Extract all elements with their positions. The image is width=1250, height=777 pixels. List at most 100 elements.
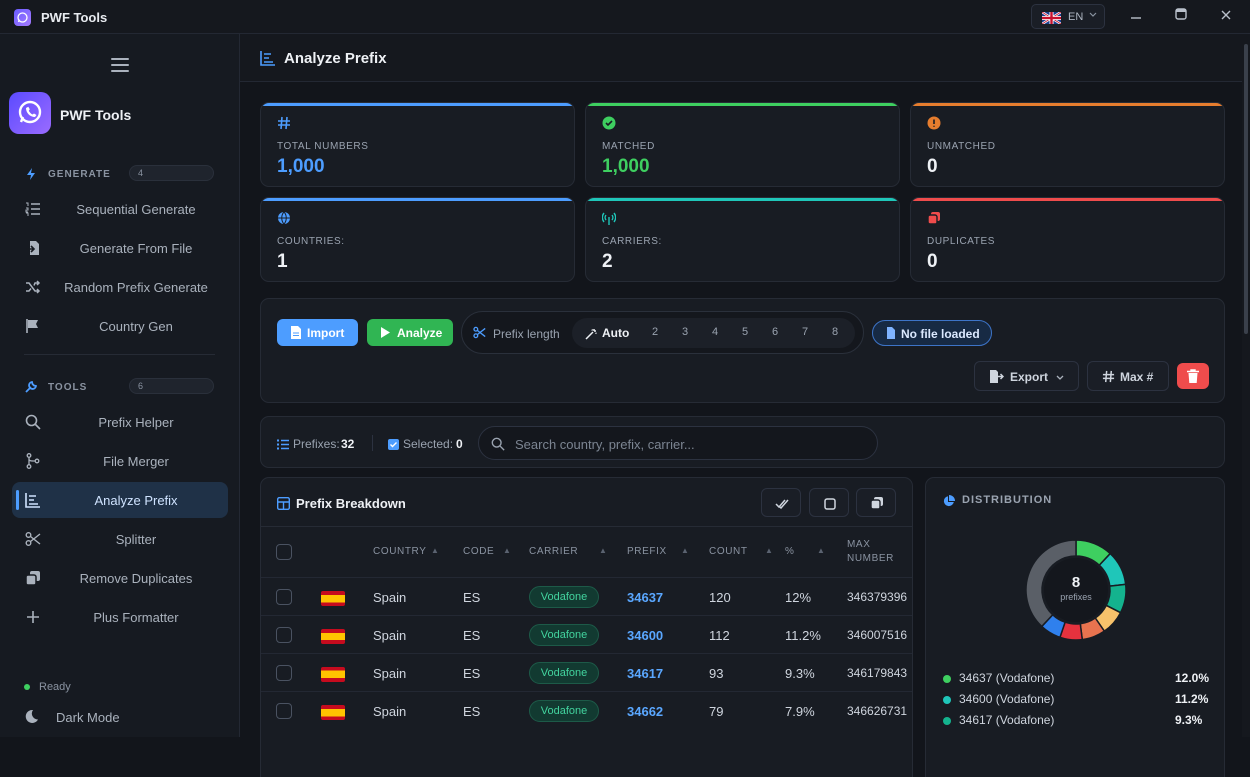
header-checkbox[interactable] [276, 544, 292, 560]
sidebar-item-splitter[interactable]: Splitter [12, 521, 228, 557]
import-button[interactable]: Import [277, 319, 358, 346]
column-header-percent[interactable]: % [785, 546, 795, 557]
column-header-code[interactable]: CODE [463, 546, 494, 557]
language-selector[interactable]: EN [1031, 4, 1105, 29]
spain-flag-icon [321, 591, 345, 606]
spain-flag-icon [321, 667, 345, 682]
play-icon [380, 327, 391, 341]
file-icon [886, 327, 896, 342]
stat-card-carriers: CARRIERS: 2 [585, 197, 900, 282]
sidebar-item-generate-from-file[interactable]: Generate From File [12, 230, 228, 266]
prefixes-count: 32 [341, 437, 355, 451]
sort-icon: ▲ [431, 546, 439, 555]
sidebar-item-sequential-generate[interactable]: Sequential Generate [12, 191, 228, 227]
uk-flag-icon [1042, 12, 1061, 24]
prefix-length-auto[interactable]: Auto [602, 326, 629, 340]
prefix-length-4[interactable]: 4 [712, 326, 718, 338]
sidebar-item-country-gen[interactable]: Country Gen [12, 308, 228, 344]
prefix-length-6[interactable]: 6 [772, 326, 778, 338]
maximize-button[interactable] [1175, 8, 1187, 23]
square-icon [824, 497, 836, 515]
list-icon [277, 437, 289, 455]
prefix-length-5[interactable]: 5 [742, 326, 748, 338]
stat-card-countries: COUNTRIES: 1 [260, 197, 575, 282]
legend-dot [943, 696, 951, 704]
table-icon [276, 496, 291, 515]
copy-icon [927, 211, 941, 225]
copy-selected-button[interactable] [856, 488, 896, 517]
sidebar-item-file-merger[interactable]: File Merger [12, 443, 228, 479]
sidebar-item-remove-duplicates[interactable]: Remove Duplicates [12, 560, 228, 596]
language-label: EN [1068, 11, 1084, 23]
antenna-icon [601, 211, 617, 225]
trash-icon [1187, 369, 1199, 388]
column-header-carrier[interactable]: CARRIER [529, 546, 578, 557]
sidebar-item-analyze-prefix[interactable]: Analyze Prefix [12, 482, 228, 518]
filter-divider [372, 435, 373, 451]
column-header-number[interactable]: NUMBER [847, 553, 894, 564]
clear-button[interactable] [1177, 363, 1209, 389]
alert-circle-icon [927, 116, 941, 130]
column-header-country[interactable]: COUNTRY [373, 546, 426, 557]
scrollbar-thumb[interactable] [1244, 44, 1248, 334]
prefix-length-3[interactable]: 3 [682, 326, 688, 338]
row-checkbox[interactable] [276, 703, 292, 719]
chart-bar-icon [260, 50, 276, 66]
max-number-button[interactable]: Max # [1087, 361, 1169, 391]
deselect-button[interactable] [809, 488, 849, 517]
minimize-button[interactable] [1130, 8, 1142, 23]
carrier-badge: Vodafone [529, 624, 599, 646]
prefix-length-selector: Prefix length Auto 2 3 4 5 6 7 8 [461, 311, 864, 354]
status-indicator: Ready [24, 681, 71, 693]
table-title: Prefix Breakdown [296, 496, 406, 511]
chevron-down-icon [1055, 371, 1065, 385]
search-icon [491, 437, 505, 451]
checkbox-checked-icon [388, 437, 399, 455]
distribution-title: DISTRIBUTION [962, 494, 1053, 506]
brand-name: PWF Tools [60, 107, 132, 123]
prefix-length-7[interactable]: 7 [802, 326, 808, 338]
sort-icon: ▲ [681, 546, 689, 555]
column-header-count[interactable]: COUNT [709, 546, 748, 557]
row-checkbox[interactable] [276, 665, 292, 681]
selected-count: 0 [456, 437, 463, 451]
wrench-icon [24, 380, 38, 394]
magic-wand-icon [585, 327, 597, 345]
sidebar-divider [24, 354, 215, 355]
table-row[interactable]: Spain ES Vodafone 34662 79 7.9% 34662673… [261, 691, 912, 729]
file-status-badge: No file loaded [872, 320, 992, 346]
spain-flag-icon [321, 705, 345, 720]
legend-dot [943, 717, 951, 725]
main-scrollbar[interactable] [1242, 34, 1250, 737]
column-header-prefix[interactable]: PREFIX [627, 546, 667, 557]
search-input[interactable] [515, 435, 865, 453]
prefix-length-8[interactable]: 8 [832, 326, 838, 338]
donut-center-label: prefixes [1060, 592, 1092, 602]
carrier-badge: Vodafone [529, 586, 599, 608]
row-checkbox[interactable] [276, 627, 292, 643]
hamburger-menu-icon[interactable] [111, 58, 129, 72]
prefix-length-2[interactable]: 2 [652, 326, 658, 338]
analyze-button[interactable]: Analyze [367, 319, 453, 346]
close-button[interactable] [1221, 8, 1231, 23]
export-dropdown-button[interactable]: Export [974, 361, 1079, 391]
export-icon [989, 370, 1005, 386]
distribution-panel: DISTRIBUTION 8 prefixes 34637 (Vodafone)… [925, 477, 1225, 777]
table-row[interactable]: Spain ES Vodafone 34617 93 9.3% 34617984… [261, 653, 912, 691]
page-title: Analyze Prefix [284, 50, 387, 67]
moon-icon [24, 709, 39, 727]
pie-chart-icon [943, 494, 955, 512]
column-header-max[interactable]: MAX [847, 539, 870, 550]
sort-icon: ▲ [599, 546, 607, 555]
sidebar-item-plus-formatter[interactable]: Plus Formatter [12, 599, 228, 635]
stat-card-unmatched: UNMATCHED 0 [910, 102, 1225, 187]
stat-card-matched: MATCHED 1,000 [585, 102, 900, 187]
select-all-button[interactable] [761, 488, 801, 517]
table-row[interactable]: Spain ES Vodafone 34600 112 11.2% 346007… [261, 615, 912, 653]
check-circle-icon [602, 116, 616, 130]
sidebar-item-prefix-helper[interactable]: Prefix Helper [12, 404, 228, 440]
sidebar-item-random-prefix-generate[interactable]: Random Prefix Generate [12, 269, 228, 305]
row-checkbox[interactable] [276, 589, 292, 605]
table-row[interactable]: Spain ES Vodafone 34637 120 12% 34637939… [261, 577, 912, 615]
table-header-divider [261, 526, 912, 527]
